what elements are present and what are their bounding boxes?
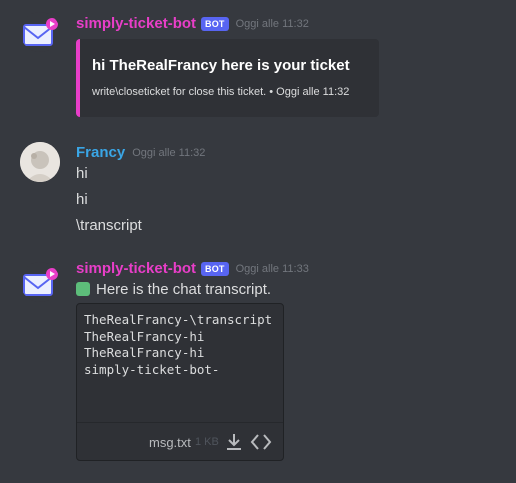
user-photo-icon	[20, 142, 60, 182]
file-preview: TheRealFrancy-\transcript TheRealFrancy-…	[84, 312, 273, 377]
author-name[interactable]: simply-ticket-bot	[76, 260, 196, 277]
message-text-content: Here is the chat transcript.	[96, 281, 272, 298]
message-text: Here is the chat transcript.	[76, 281, 271, 298]
embed: hi TheRealFrancy here is your ticket wri…	[76, 39, 379, 117]
author-name[interactable]: simply-ticket-bot	[76, 15, 196, 32]
embed-footer: write\closeticket for close this ticket.…	[92, 86, 350, 98]
embed-title: hi TheRealFrancy here is your ticket	[92, 57, 350, 74]
bot-avatar[interactable]	[20, 12, 60, 52]
bot-badge: BOT	[201, 16, 229, 31]
message-line: hi	[76, 165, 88, 182]
envelope-icon	[23, 268, 58, 296]
timestamp[interactable]: Oggi alle 11:32	[236, 18, 309, 30]
green-square-emoji-icon	[76, 282, 90, 296]
envelope-icon	[23, 18, 58, 46]
user-avatar[interactable]	[20, 142, 60, 182]
bot-avatar[interactable]	[20, 262, 60, 302]
file-size: 1 KB	[195, 436, 219, 448]
message-header: simply-ticket-bot BOT Oggi alle 11:32	[76, 15, 309, 32]
message-header: Francy Oggi alle 11:32	[76, 144, 205, 161]
code-view-icon[interactable]	[250, 432, 272, 457]
timestamp[interactable]: Oggi alle 11:33	[236, 263, 309, 275]
attachment-footer: msg.txt 1 KB	[77, 422, 283, 461]
message-1: simply-ticket-bot BOT Oggi alle 11:32 hi…	[0, 0, 516, 125]
file-name[interactable]: msg.txt	[149, 435, 191, 450]
message-line: hi	[76, 191, 88, 208]
message-header: simply-ticket-bot BOT Oggi alle 11:33	[76, 260, 309, 277]
file-attachment: TheRealFrancy-\transcript TheRealFrancy-…	[76, 303, 284, 461]
message-line: \transcript	[76, 217, 142, 234]
download-icon[interactable]	[225, 432, 243, 457]
bot-badge: BOT	[201, 261, 229, 276]
timestamp[interactable]: Oggi alle 11:32	[132, 147, 205, 159]
author-name[interactable]: Francy	[76, 144, 125, 161]
